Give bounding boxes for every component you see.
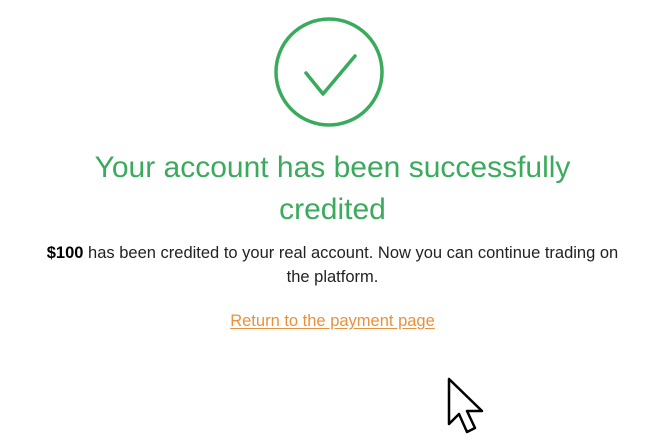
credit-message-text: has been credited to your real account. … [83, 244, 619, 286]
check-circle-icon [274, 17, 384, 127]
payment-success-page: Your account has been successfully credi… [0, 0, 665, 445]
credited-amount: $100 [46, 244, 84, 262]
mouse-pointer-icon [447, 377, 484, 434]
return-to-payment-link[interactable]: Return to the payment page [230, 312, 435, 330]
return-link-container: Return to the payment page [40, 309, 625, 333]
credit-message: $100 has been credited to your real acco… [40, 241, 625, 289]
success-title: Your account has been successfully credi… [94, 151, 571, 226]
